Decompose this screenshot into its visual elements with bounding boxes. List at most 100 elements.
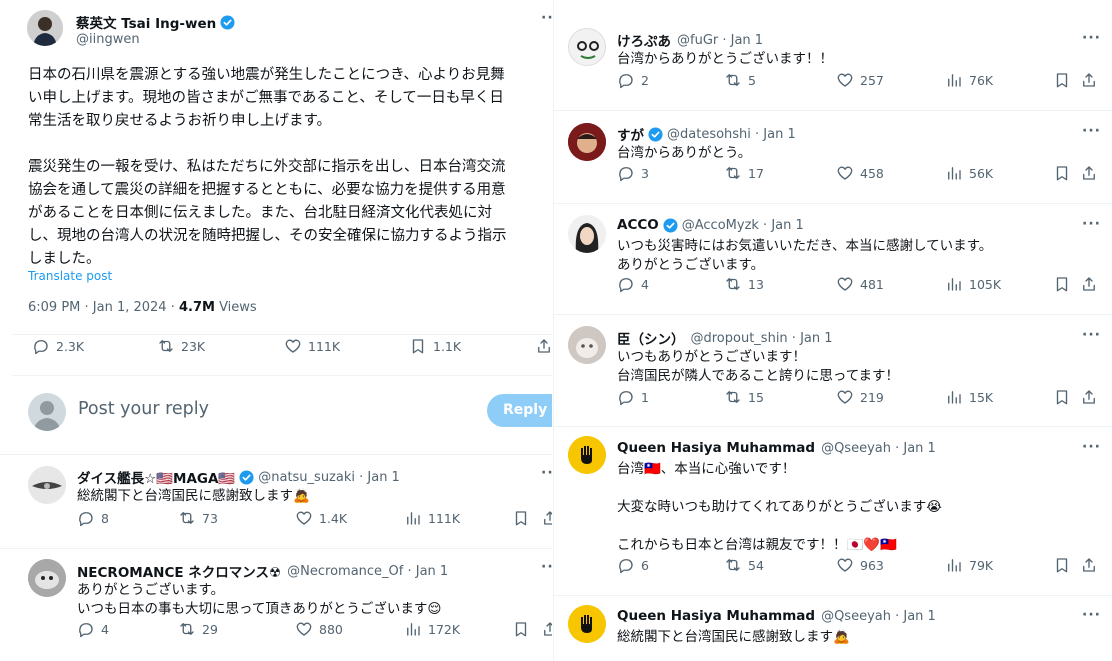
like-action[interactable]: 1.4K	[295, 509, 347, 527]
reply-author-name[interactable]: Queen Hasiya Muhammad	[617, 440, 815, 456]
views-action[interactable]: 15K	[945, 388, 993, 406]
bookmark-action[interactable]	[1053, 71, 1071, 89]
reply-action[interactable]: 6	[617, 556, 649, 574]
more-options-icon[interactable]: ···	[1082, 439, 1101, 455]
reply-action[interactable]: 2.3K	[32, 337, 84, 355]
views-action[interactable]: 172K	[404, 620, 460, 638]
like-action[interactable]: 963	[836, 556, 884, 574]
like-action[interactable]: 257	[836, 71, 884, 89]
reply-item[interactable]: ダイス艦長☆🇺🇸MAGA🇺🇸 @natsu_suzaki · Jan 1 総統閣…	[0, 455, 552, 547]
reply-item[interactable]: 臣（シン） @dropout_shin · Jan 1 いつもありがとうございま…	[554, 315, 1112, 426]
repost-count: 5	[748, 72, 756, 88]
repost-action[interactable]: 17	[724, 164, 764, 182]
user-avatar[interactable]	[28, 393, 66, 431]
reply-author-name[interactable]: ダイス艦長☆🇺🇸MAGA🇺🇸	[77, 467, 235, 487]
reply-author-handle[interactable]: @natsu_suzaki · Jan 1	[258, 470, 400, 485]
reply-item[interactable]: すが @datesohshi · Jan 1 台湾からありがとう。 ··· 3 …	[554, 111, 1112, 203]
reply-author-name[interactable]: すが	[617, 124, 644, 144]
reply-action[interactable]: 8	[77, 509, 109, 527]
repost-action[interactable]: 15	[724, 388, 764, 406]
like-action[interactable]: 458	[836, 164, 884, 182]
reply-action[interactable]: 2	[617, 71, 649, 89]
translate-post-link[interactable]: Translate post	[28, 269, 112, 283]
reply-author-name[interactable]: 臣（シン）	[617, 328, 685, 348]
reply-author-handle[interactable]: @dropout_shin · Jan 1	[691, 331, 833, 346]
reply-action[interactable]: 3	[617, 164, 649, 182]
bookmark-action[interactable]	[1053, 556, 1071, 574]
post-time[interactable]: 6:09 PM · Jan 1, 2024 ·	[28, 300, 179, 315]
reply-author-handle[interactable]: @datesohshi · Jan 1	[667, 127, 796, 142]
repost-action[interactable]: 5	[724, 71, 756, 89]
reply-item[interactable]: けろぷあ @fuGr · Jan 1 台湾からありがとうございます！！ ··· …	[554, 0, 1112, 110]
share-action[interactable]	[1080, 164, 1098, 182]
views-action[interactable]: 105K	[945, 275, 1001, 293]
reply-action[interactable]: 4	[617, 275, 649, 293]
more-options-icon[interactable]: ···	[1082, 123, 1101, 139]
reply-author-handle[interactable]: @Qseeyah · Jan 1	[821, 609, 936, 624]
share-action[interactable]	[1080, 388, 1098, 406]
more-options-icon[interactable]: ···	[541, 559, 552, 575]
reply-author-handle[interactable]: @Necromance_Of · Jan 1	[287, 564, 448, 579]
share-action[interactable]	[1080, 71, 1098, 89]
author-handle[interactable]: @iingwen	[76, 32, 140, 47]
bookmark-action[interactable]	[1053, 275, 1071, 293]
share-action[interactable]	[541, 509, 552, 527]
more-options-icon[interactable]: ···	[1082, 327, 1101, 343]
bookmark-action[interactable]	[512, 620, 530, 638]
repost-action[interactable]: 54	[724, 556, 764, 574]
reply-action[interactable]: 4	[77, 620, 109, 638]
repost-action[interactable]: 73	[178, 509, 218, 527]
reply-author-handle[interactable]: @Qseeyah · Jan 1	[821, 441, 936, 456]
post-line: 日本の石川県を震源とする強い地震が発生したことにつき、心よりお見舞	[28, 67, 505, 83]
like-action[interactable]: 111K	[284, 337, 340, 355]
more-options-icon[interactable]: ···	[1082, 607, 1101, 623]
views-action[interactable]: 56K	[945, 164, 993, 182]
reply-avatar[interactable]	[568, 605, 606, 643]
reply-avatar[interactable]	[568, 326, 606, 364]
views-action[interactable]: 111K	[404, 509, 460, 527]
more-options-icon[interactable]: ···	[1082, 216, 1101, 232]
repost-action[interactable]: 29	[178, 620, 218, 638]
reply-avatar[interactable]	[568, 215, 606, 253]
author-name[interactable]: 蔡英文 Tsai Ing-wen	[76, 12, 216, 32]
bookmark-action[interactable]	[1053, 164, 1071, 182]
post-timestamp[interactable]: 6:09 PM · Jan 1, 2024 · 4.7M Views	[28, 300, 257, 315]
reply-action[interactable]: 1	[617, 388, 649, 406]
reply-item[interactable]: NECROMANCE ネクロマンス☢ @Necromance_Of · Jan …	[0, 549, 552, 661]
reply-avatar[interactable]	[568, 436, 606, 474]
reply-author-name[interactable]: ACCO	[617, 217, 659, 233]
like-action[interactable]: 880	[295, 620, 343, 638]
reply-input[interactable]: Post your reply	[78, 399, 209, 419]
repost-action[interactable]: 13	[724, 275, 764, 293]
share-action[interactable]	[1080, 556, 1098, 574]
views-action[interactable]: 79K	[945, 556, 993, 574]
reply-avatar[interactable]	[28, 466, 66, 504]
reply-author-handle[interactable]: @AccoMyzk · Jan 1	[682, 218, 804, 233]
author-avatar[interactable]	[27, 10, 63, 46]
reply-button[interactable]: Reply	[487, 394, 552, 427]
like-action[interactable]: 219	[836, 388, 884, 406]
share-action[interactable]	[541, 620, 552, 638]
reply-avatar[interactable]	[28, 559, 66, 597]
more-options-icon[interactable]: ···	[541, 10, 552, 26]
more-options-icon[interactable]: ···	[1082, 30, 1101, 46]
share-action[interactable]	[535, 337, 552, 355]
repost-action[interactable]: 23K	[157, 337, 205, 355]
reply-author-name[interactable]: NECROMANCE ネクロマンス☢	[77, 561, 281, 581]
reply-author-handle[interactable]: @fuGr · Jan 1	[677, 33, 763, 48]
reply-author-name[interactable]: けろぷあ	[617, 30, 671, 50]
like-action[interactable]: 481	[836, 275, 884, 293]
bookmark-action[interactable]	[512, 509, 530, 527]
like-count: 880	[319, 621, 343, 637]
bookmark-action[interactable]	[1053, 388, 1071, 406]
reply-item[interactable]: Queen Hasiya Muhammad @Qseeyah · Jan 1 総…	[554, 596, 1112, 661]
more-options-icon[interactable]: ···	[541, 465, 552, 481]
views-action[interactable]: 76K	[945, 71, 993, 89]
reply-item[interactable]: Queen Hasiya Muhammad @Qseeyah · Jan 1 台…	[554, 427, 1112, 595]
share-action[interactable]	[1080, 275, 1098, 293]
reply-author-name[interactable]: Queen Hasiya Muhammad	[617, 608, 815, 624]
reply-avatar[interactable]	[568, 123, 606, 161]
bookmark-action[interactable]: 1.1K	[409, 337, 461, 355]
reply-avatar[interactable]	[568, 28, 606, 66]
reply-item[interactable]: ACCO @AccoMyzk · Jan 1 いつも災害時にはお気遣いいただき、…	[554, 204, 1112, 314]
